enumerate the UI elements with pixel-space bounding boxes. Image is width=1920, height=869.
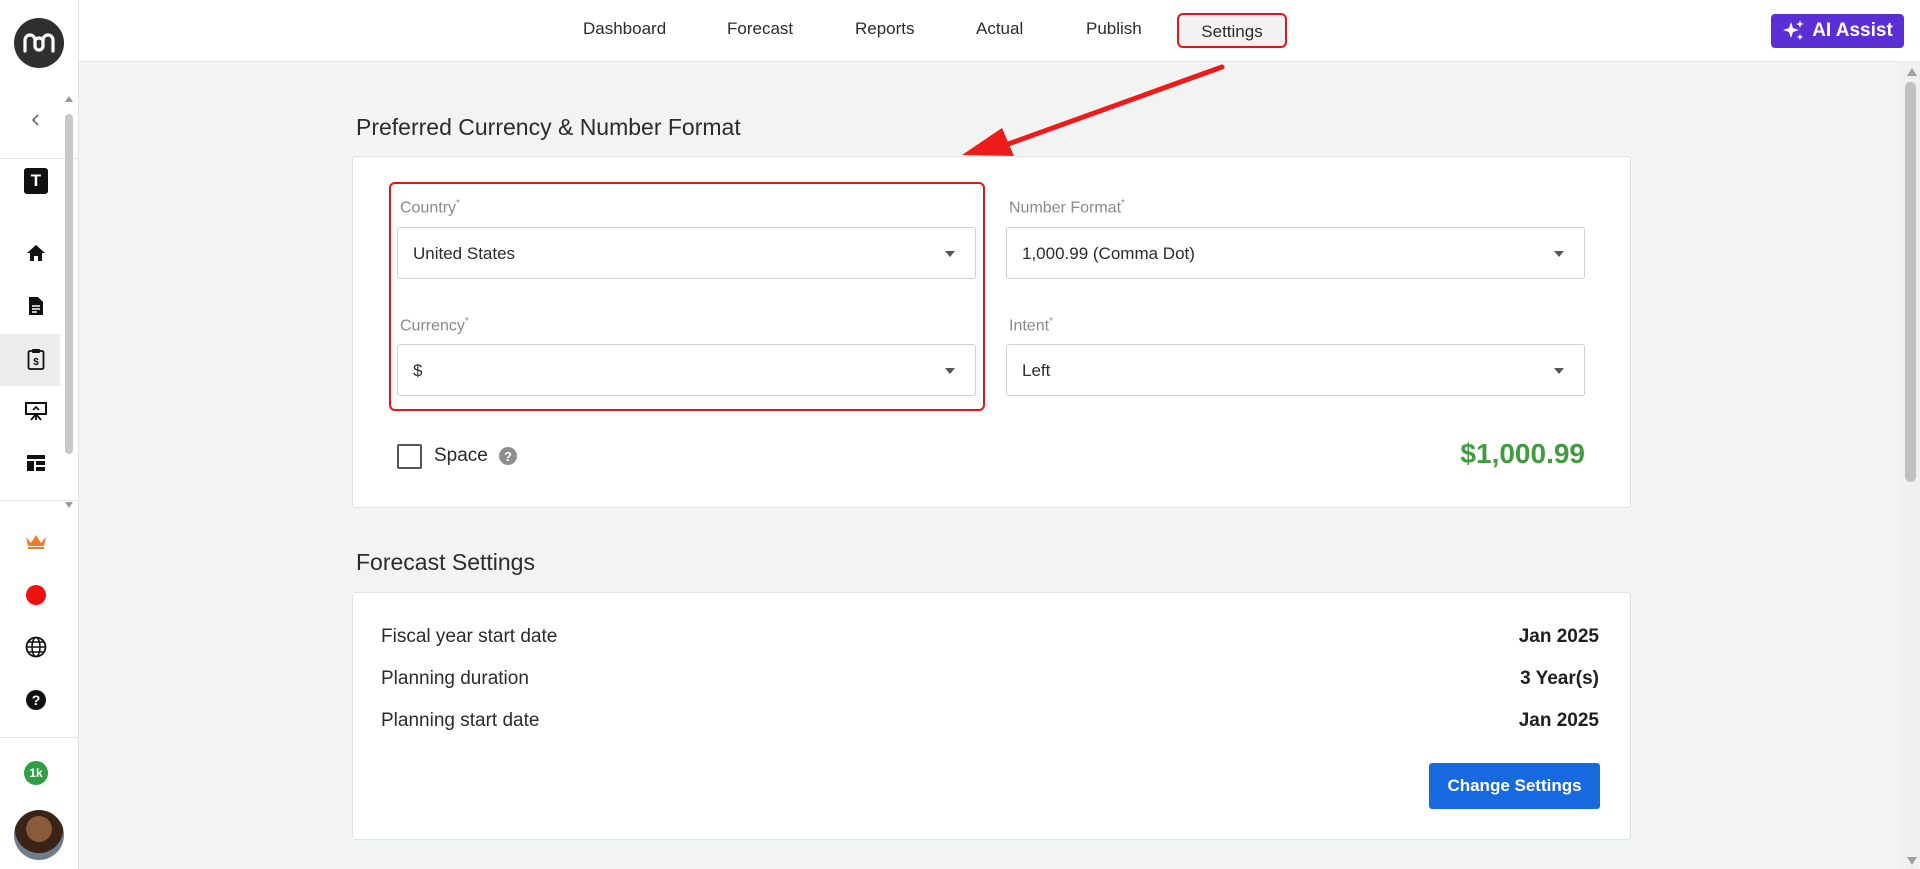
left-sidebar: T $ ? 1k [0, 0, 79, 869]
highlight-box [389, 182, 985, 411]
workspace-initial: T [24, 168, 48, 194]
budget-clipboard-icon[interactable]: $ [20, 343, 52, 375]
help-icon[interactable]: ? [499, 447, 517, 465]
globe-icon[interactable] [20, 631, 52, 663]
forecast-section-title: Forecast Settings [356, 549, 535, 575]
avatar[interactable] [14, 810, 64, 860]
ai-assist-button[interactable]: AI Assist [1771, 14, 1904, 48]
nav-settings-label: Settings [1201, 22, 1263, 41]
space-label: Space [434, 445, 488, 466]
home-icon[interactable] [20, 237, 52, 269]
workspace-badge[interactable]: T [20, 165, 52, 197]
svg-text:?: ? [32, 692, 41, 708]
collapse-chevron-icon[interactable] [20, 104, 52, 136]
fiscal-year-value: Jan 2025 [1518, 626, 1599, 647]
currency-section-title: Preferred Currency & Number Format [356, 114, 741, 140]
number-format-select[interactable]: 1,000.99 (Comma Dot) [1006, 227, 1585, 279]
fiscal-year-label: Fiscal year start date [381, 626, 558, 647]
nav-settings[interactable]: Settings [1177, 13, 1287, 48]
nav-publish[interactable]: Publish [1086, 19, 1142, 39]
intent-value: Left [1022, 361, 1051, 380]
sidebar-scrollbar[interactable] [63, 96, 75, 508]
sparkle-icon [1783, 20, 1805, 40]
record-dot-icon[interactable] [20, 579, 52, 611]
number-format-label: Number Format* [1009, 198, 1125, 217]
format-preview: $1,000.99 [1460, 438, 1585, 469]
number-format-value: 1,000.99 (Comma Dot) [1022, 244, 1195, 263]
nav-dashboard[interactable]: Dashboard [583, 19, 666, 39]
credits-badge[interactable]: 1k [20, 757, 52, 789]
intent-select[interactable]: Left [1006, 344, 1585, 396]
planning-start-value: Jan 2025 [1518, 710, 1599, 731]
planning-duration-value: 3 Year(s) [1520, 668, 1599, 689]
planning-start-label: Planning start date [381, 710, 540, 731]
intent-label: Intent* [1009, 316, 1053, 335]
presentation-icon[interactable] [20, 395, 52, 427]
nav-reports[interactable]: Reports [855, 19, 915, 39]
main-scrollbar[interactable] [1902, 62, 1920, 869]
crown-icon[interactable] [20, 526, 52, 558]
nav-actual[interactable]: Actual [976, 19, 1023, 39]
ai-assist-label: AI Assist [1812, 20, 1893, 41]
caret-down-icon [1554, 251, 1564, 257]
help-icon[interactable]: ? [20, 684, 52, 716]
svg-text:$: $ [33, 357, 39, 368]
nav-forecast[interactable]: Forecast [727, 19, 793, 39]
change-settings-button[interactable]: Change Settings [1429, 763, 1600, 809]
dashboard-layout-icon[interactable] [20, 447, 52, 479]
caret-down-icon [1554, 368, 1564, 374]
planning-duration-label: Planning duration [381, 668, 529, 689]
document-icon[interactable] [20, 290, 52, 322]
space-checkbox[interactable] [397, 444, 422, 469]
app-logo[interactable] [14, 18, 64, 68]
credits-count: 1k [24, 761, 48, 785]
